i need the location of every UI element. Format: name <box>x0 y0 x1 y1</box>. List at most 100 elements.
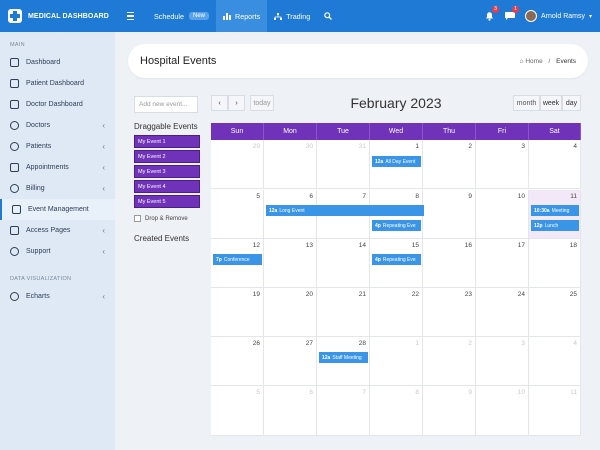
page-title: Hospital Events <box>140 55 217 67</box>
lock-icon <box>10 226 19 235</box>
day-header: Mon <box>264 123 317 140</box>
event-time: 12a <box>269 207 278 214</box>
sidebar-item-dashboard[interactable]: Dashboard <box>0 52 115 73</box>
calendar-grid: Sun Mon Tue Wed Thu Fri Sat 29 30 31 1 2 3 4 5 6 7 8 9 10 11… <box>211 123 581 436</box>
sidebar-item-doctor-dashboard[interactable]: Doctor Dashboard <box>0 94 115 115</box>
sidebar-item-echarts[interactable]: Echarts ‹ <box>0 286 115 307</box>
calendar-event[interactable]: 10:30a Meeting <box>531 205 579 216</box>
calendar-day-cell[interactable]: 27 <box>264 337 317 386</box>
calendar-day-cell[interactable]: 6 <box>264 386 317 436</box>
calendar-day-cell[interactable]: 9 <box>423 386 476 436</box>
sidebar-item-label: Billing <box>26 185 45 192</box>
search-button[interactable] <box>317 0 343 32</box>
draggable-event[interactable]: My Event 5 <box>134 195 200 208</box>
sidebar-item-patient-dashboard[interactable]: Patient Dashboard <box>0 73 115 94</box>
user-menu[interactable]: Arnold Ramsy ▾ <box>525 10 592 22</box>
draggable-event[interactable]: My Event 2 <box>134 150 200 163</box>
calendar-day-cell[interactable]: 9 <box>423 190 476 239</box>
today-button[interactable]: today <box>250 95 274 111</box>
new-event-input[interactable]: Add new event... <box>134 96 198 113</box>
chevron-left-icon: ‹ <box>102 292 105 301</box>
calendar-day-cell[interactable]: 29 <box>211 140 264 189</box>
chevron-right-icon: › <box>235 99 238 107</box>
calendar-day-cell[interactable]: 7 <box>317 386 370 436</box>
sidebar-item-billing[interactable]: Billing ‹ <box>0 178 115 199</box>
sidebar-item-event-management[interactable]: Event Management <box>0 199 115 220</box>
draggable-event[interactable]: My Event 4 <box>134 180 200 193</box>
calendar-day-cell[interactable]: 19 <box>211 288 264 337</box>
hamburger-menu-icon[interactable] <box>127 0 141 32</box>
brand[interactable]: MEDICAL DASHBOARD <box>0 0 115 32</box>
calendar-day-cell[interactable]: 5 <box>211 190 264 239</box>
calendar-day-cell[interactable]: 4 <box>529 337 581 386</box>
breadcrumb-home[interactable]: Home <box>525 58 542 65</box>
created-events-title: Created Events <box>134 234 190 243</box>
calendar-day-cell[interactable]: 3 <box>476 140 529 189</box>
calendar-event[interactable]: 4p Repeating Eve <box>372 220 421 231</box>
calendar-day-cell[interactable]: 16 <box>423 239 476 288</box>
sidebar-item-doctors[interactable]: Doctors ‹ <box>0 115 115 136</box>
calendar-day-cell[interactable]: 24 <box>476 288 529 337</box>
calendar-day-cell[interactable]: 3 <box>476 337 529 386</box>
event-title: Repeating Eve <box>382 222 416 229</box>
user-md-icon <box>10 121 19 130</box>
calendar-day-cell[interactable]: 20 <box>264 288 317 337</box>
calendar-day-cell[interactable]: 21 <box>317 288 370 337</box>
calendar-day-cell[interactable]: 30 <box>264 140 317 189</box>
top-right-tools: 3 1 Arnold Ramsy ▾ <box>485 0 592 32</box>
calendar-day-cell[interactable]: 10 <box>476 386 529 436</box>
calendar-event[interactable]: 7p Conference <box>213 254 262 265</box>
event-title: Meeting <box>551 207 570 214</box>
calendar-day-cell[interactable]: 1 <box>370 337 423 386</box>
calendar-event[interactable]: 12a All Day Event <box>372 156 421 167</box>
nav-schedule[interactable]: Schedule New <box>147 0 216 32</box>
calendar-day-cell[interactable]: 25 <box>529 288 581 337</box>
calendar-day-cell[interactable]: 10 <box>476 190 529 239</box>
notifications-button[interactable]: 3 <box>485 6 500 21</box>
page-header: Hospital Events ⌂ Home / Events <box>128 44 588 78</box>
breadcrumb-separator: / <box>548 57 551 65</box>
calendar-day-cell[interactable]: 5 <box>211 386 264 436</box>
calendar-event[interactable]: 12a Staff Meeting <box>319 352 368 363</box>
calendar-day-cell[interactable]: 18 <box>529 239 581 288</box>
month-view-button[interactable]: month <box>513 95 540 111</box>
calendar-day-cell[interactable]: 17 <box>476 239 529 288</box>
week-view-button[interactable]: week <box>540 95 562 111</box>
sidebar-item-support[interactable]: Support ‹ <box>0 241 115 262</box>
calendar-event[interactable]: 12a Long Event <box>266 205 424 216</box>
draggable-event[interactable]: My Event 1 <box>134 135 200 148</box>
calendar-day-cell[interactable]: 22 <box>370 288 423 337</box>
nav-trading[interactable]: Trading <box>267 0 317 32</box>
calendar-day-cell[interactable]: 26 <box>211 337 264 386</box>
calendar-day-cell[interactable]: 4 <box>529 140 581 189</box>
next-button[interactable]: › <box>228 95 245 111</box>
draggable-event[interactable]: My Event 3 <box>134 165 200 178</box>
day-view-button[interactable]: day <box>562 95 581 111</box>
event-time: 12p <box>534 222 543 229</box>
calendar-day-cell[interactable]: 2 <box>423 140 476 189</box>
event-title: Conference <box>223 256 250 263</box>
sidebar-item-appointments[interactable]: Appointments ‹ <box>0 157 115 178</box>
chevron-left-icon: ‹ <box>102 226 105 235</box>
day-header: Sat <box>529 123 581 140</box>
calendar-event[interactable]: 12p Lunch <box>531 220 579 231</box>
brand-title: MEDICAL DASHBOARD <box>28 12 109 20</box>
nav-reports[interactable]: Reports <box>216 0 268 32</box>
calendar-day-cell[interactable]: 8 <box>370 386 423 436</box>
sidebar-item-label: Doctor Dashboard <box>26 101 83 108</box>
drop-remove-checkbox[interactable] <box>134 215 141 222</box>
calendar-day-cell[interactable]: 14 <box>317 239 370 288</box>
sidebar-item-access-pages[interactable]: Access Pages ‹ <box>0 220 115 241</box>
calendar-day-cell[interactable]: 23 <box>423 288 476 337</box>
chevron-down-icon: ▾ <box>588 13 592 20</box>
messages-button[interactable]: 1 <box>505 6 520 21</box>
sidebar-item-patients[interactable]: Patients ‹ <box>0 136 115 157</box>
prev-button[interactable]: ‹ <box>211 95 228 111</box>
drop-remove-option[interactable]: Drop & Remove <box>134 215 200 222</box>
sidebar-item-label: Access Pages <box>26 227 71 234</box>
calendar-event[interactable]: 4p Repeating Eve <box>372 254 421 265</box>
calendar-day-cell[interactable]: 13 <box>264 239 317 288</box>
calendar-day-cell[interactable]: 11 <box>529 386 581 436</box>
calendar-day-cell[interactable]: 31 <box>317 140 370 189</box>
calendar-day-cell[interactable]: 2 <box>423 337 476 386</box>
